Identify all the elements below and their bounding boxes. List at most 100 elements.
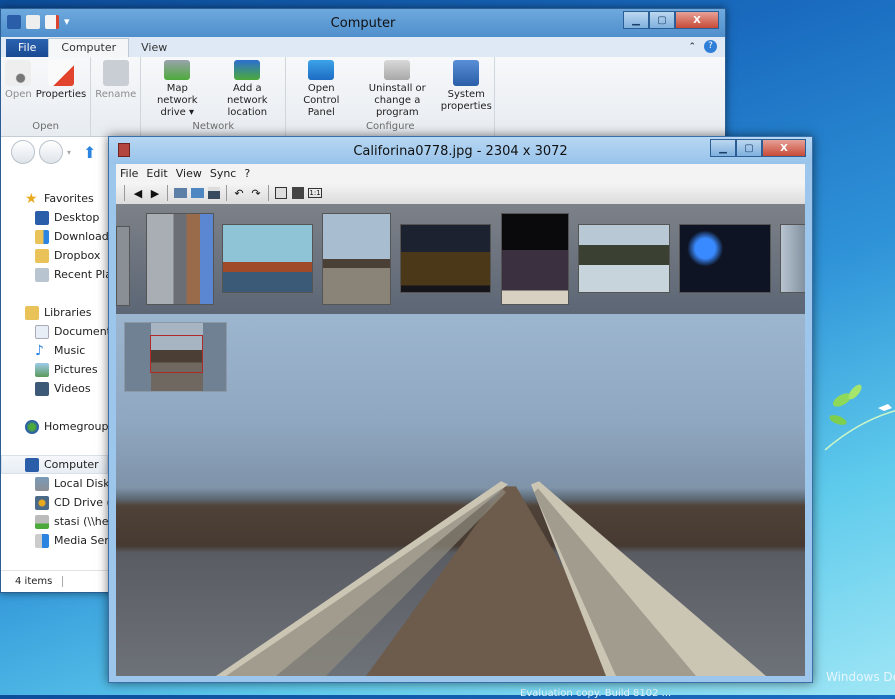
open-folder-icon[interactable]: [173, 186, 187, 200]
recent-locations-dropdown-icon[interactable]: ▾: [67, 148, 71, 157]
star-icon: ★: [25, 190, 38, 207]
close-button[interactable]: X: [675, 11, 719, 29]
tree-item-videos[interactable]: Videos: [1, 379, 108, 398]
properties-button[interactable]: Properties: [34, 57, 89, 119]
thumbnail-skyscrapers[interactable]: [146, 213, 214, 305]
minimize-button[interactable]: ▁: [623, 11, 649, 29]
properties-icon: [47, 60, 74, 86]
viewer-minimize-button[interactable]: ▁: [710, 139, 736, 157]
main-image[interactable]: [116, 314, 805, 676]
thumbnail-strip[interactable]: [116, 204, 805, 314]
desktop-icon: [35, 210, 49, 225]
tree-item-documents[interactable]: Documents: [1, 322, 108, 341]
uninstall-icon: [384, 60, 411, 80]
tree-item-local-disk[interactable]: Local Disk (: [1, 474, 108, 493]
network-location-icon: [234, 60, 261, 80]
tree-item-desktop[interactable]: Desktop: [1, 208, 108, 227]
tree-favorites[interactable]: ★ Favorites: [1, 189, 108, 208]
tree-item-music[interactable]: ♪ Music: [1, 341, 108, 360]
desktop-build-info: Evaluation copy. Build 8102 ...: [520, 688, 672, 699]
tree-item-cd-drive[interactable]: CD Drive (D: [1, 493, 108, 512]
open-button[interactable]: Open: [3, 57, 34, 119]
up-arrow-icon[interactable]: ⬆: [83, 143, 96, 162]
menu-sync[interactable]: Sync: [210, 167, 237, 180]
menu-help[interactable]: ?: [244, 167, 250, 180]
explorer-titlebar[interactable]: ▾ Computer ▁ ▢ X: [1, 9, 725, 37]
tab-view[interactable]: View: [129, 39, 179, 57]
local-disk-icon: [35, 476, 49, 491]
rotate-right-icon[interactable]: ↷: [249, 186, 263, 200]
ribbon-group-rename: Rename: [91, 57, 142, 136]
pictures-icon: [35, 362, 49, 377]
map-network-drive-icon: [164, 60, 191, 80]
computer-icon: [25, 457, 39, 472]
wallpaper-sprig: [824, 384, 895, 451]
viewer-close-button[interactable]: X: [762, 139, 806, 157]
thumbnail-golden-gate-bridge[interactable]: [222, 224, 313, 293]
viewer-menu-bar: File Edit View Sync ?: [116, 164, 805, 182]
menu-edit[interactable]: Edit: [146, 167, 167, 180]
folder-icon: [35, 248, 49, 263]
tree-item-dropbox[interactable]: Dropbox: [1, 246, 108, 265]
thumbnail-ferris-wheel-night[interactable]: [679, 224, 771, 293]
viewer-titlebar[interactable]: Califorina0778.jpg - 2304 x 3072 ▁ ▢ X: [109, 137, 812, 164]
open-control-panel-button[interactable]: Open Control Panel: [288, 57, 354, 119]
group-label-open: Open: [32, 121, 59, 132]
viewport-rectangle[interactable]: [150, 335, 203, 373]
tab-file[interactable]: File: [6, 39, 49, 57]
thumbnail-partial-left[interactable]: [116, 226, 130, 306]
thumbnail-boardwalk[interactable]: [322, 213, 391, 305]
menu-file[interactable]: File: [120, 167, 138, 180]
viewer-maximize-button[interactable]: ▢: [736, 139, 762, 157]
menu-view[interactable]: View: [176, 167, 202, 180]
system-properties-button[interactable]: System properties: [440, 57, 492, 119]
back-button[interactable]: [11, 140, 35, 164]
add-network-location-button[interactable]: Add a network location: [211, 57, 283, 119]
tab-computer[interactable]: Computer: [48, 38, 130, 57]
ribbon: Open Properties Open Rename Map network …: [1, 57, 725, 137]
image-viewer-window: Califorina0778.jpg - 2304 x 3072 ▁ ▢ X F…: [108, 136, 813, 683]
tree-computer[interactable]: Computer: [1, 455, 108, 474]
forward-button[interactable]: [39, 140, 63, 164]
window-controls: ▁ ▢ X: [623, 11, 719, 29]
folder-icon[interactable]: [190, 186, 204, 200]
tree-item-network-drive[interactable]: stasi (\\herr: [1, 512, 108, 531]
viewer-title: Califorina0778.jpg - 2304 x 3072: [353, 144, 568, 159]
control-panel-icon: [308, 60, 335, 80]
save-icon[interactable]: [207, 186, 221, 200]
next-icon[interactable]: ▶: [148, 186, 162, 200]
minimize-ribbon-icon[interactable]: ⌃: [688, 42, 696, 52]
cd-drive-icon: [35, 495, 49, 510]
help-icon[interactable]: ?: [704, 40, 717, 53]
tree-libraries[interactable]: Libraries: [1, 303, 108, 322]
tree-item-media-server[interactable]: Media Serve: [1, 531, 108, 550]
status-bar: 4 items: [1, 570, 108, 592]
thumbnail-tower-night[interactable]: [501, 213, 569, 305]
thumbnail-city-night[interactable]: [400, 224, 491, 293]
tree-item-recent-places[interactable]: Recent Plac: [1, 265, 108, 284]
tree-homegroup[interactable]: Homegroup: [1, 417, 108, 436]
homegroup-icon: [25, 419, 39, 434]
open-icon: [5, 60, 32, 86]
actual-size-icon[interactable]: 1:1: [308, 188, 322, 198]
desktop-watermark: Windows De: [826, 670, 895, 684]
fullscreen-icon[interactable]: [291, 186, 305, 200]
network-drive-icon: [35, 514, 49, 529]
toolbar-grip[interactable]: [124, 185, 125, 201]
fit-window-icon[interactable]: [274, 186, 288, 200]
thumbnail-coast-cliffs[interactable]: [578, 224, 670, 293]
rotate-left-icon[interactable]: ↶: [232, 186, 246, 200]
uninstall-program-button[interactable]: Uninstall or change a program: [354, 57, 440, 119]
viewer-toolbar: ◀ ▶ ↶ ↷ 1:1: [116, 182, 805, 204]
rename-button[interactable]: Rename: [93, 57, 138, 119]
tree-item-downloads[interactable]: Downloads: [1, 227, 108, 246]
tree-item-pictures[interactable]: Pictures: [1, 360, 108, 379]
map-network-drive-button[interactable]: Map network drive ▾: [143, 57, 211, 119]
recent-places-icon: [35, 267, 49, 282]
media-server-icon: [35, 533, 49, 548]
thumbnail-partial-right[interactable]: [780, 224, 805, 293]
navigator-thumbnail[interactable]: [124, 322, 227, 392]
maximize-button[interactable]: ▢: [649, 11, 675, 29]
libraries-icon: [25, 305, 39, 320]
previous-icon[interactable]: ◀: [131, 186, 145, 200]
